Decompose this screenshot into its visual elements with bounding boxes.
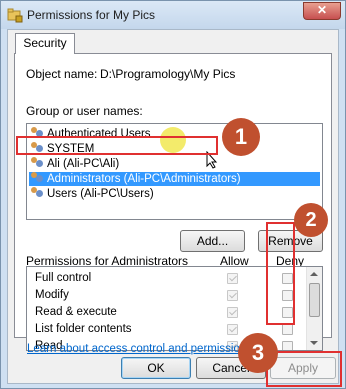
permission-label: List folder contents <box>35 323 132 335</box>
learn-more-link[interactable]: Learn about access control and permissio… <box>27 343 252 355</box>
list-item-administrators[interactable]: Administrators (Ali-PC\Administrators) <box>29 172 320 186</box>
scroll-up-icon[interactable] <box>310 272 318 276</box>
highlight-deny-column <box>266 222 295 325</box>
annotation-badge-2: 2 <box>294 203 328 237</box>
scroll-down-icon[interactable] <box>310 341 318 345</box>
object-name-label: Object name: <box>26 67 98 81</box>
list-item-users[interactable]: Users (Ali-PC\Users) <box>29 187 320 201</box>
permissions-scrollbar[interactable] <box>306 267 322 350</box>
permission-row: Read & execute <box>35 304 295 320</box>
list-item-label: Administrators (Ali-PC\Administrators) <box>47 173 241 185</box>
highlight-administrators <box>16 136 218 155</box>
allow-checkbox <box>227 273 238 284</box>
user-icon <box>31 157 45 169</box>
permissions-dialog: Permissions for My Pics ✕ Security Objec… <box>0 0 346 389</box>
list-item-label: Users (Ali-PC\Users) <box>47 188 154 200</box>
close-button[interactable]: ✕ <box>303 2 341 20</box>
scrollbar-thumb[interactable] <box>309 283 320 317</box>
permission-row: Full control <box>35 270 295 286</box>
object-name-value: D:\Programology\My Pics <box>100 67 236 81</box>
list-item-label: Ali (Ali-PC\Ali) <box>47 158 120 170</box>
allow-checkbox <box>227 290 238 301</box>
folder-lock-icon <box>7 8 23 23</box>
deny-checkbox[interactable] <box>282 324 293 335</box>
permission-label: Read & execute <box>35 306 117 318</box>
window-title: Permissions for My Pics <box>27 8 156 22</box>
add-button[interactable]: Add... <box>180 230 245 252</box>
permission-label: Full control <box>35 272 92 284</box>
user-group-icon <box>31 172 45 184</box>
allow-checkbox <box>227 324 238 335</box>
ok-button[interactable]: OK <box>121 357 191 379</box>
list-item-ali[interactable]: Ali (Ali-PC\Ali) <box>29 157 320 171</box>
annotation-badge-3: 3 <box>238 333 278 373</box>
deny-checkbox[interactable] <box>282 341 293 350</box>
title-bar[interactable]: Permissions for My Pics ✕ <box>1 1 345 29</box>
tab-security[interactable]: Security <box>15 33 75 54</box>
group-names-label: Group or user names: <box>26 104 143 118</box>
annotation-badge-1: 1 <box>222 118 260 156</box>
dialog-client: Security Object name: D:\Programology\My… <box>7 29 339 384</box>
permission-label: Modify <box>35 289 69 301</box>
permission-row: Modify <box>35 287 295 303</box>
allow-checkbox <box>227 307 238 318</box>
user-group-icon <box>31 187 45 199</box>
